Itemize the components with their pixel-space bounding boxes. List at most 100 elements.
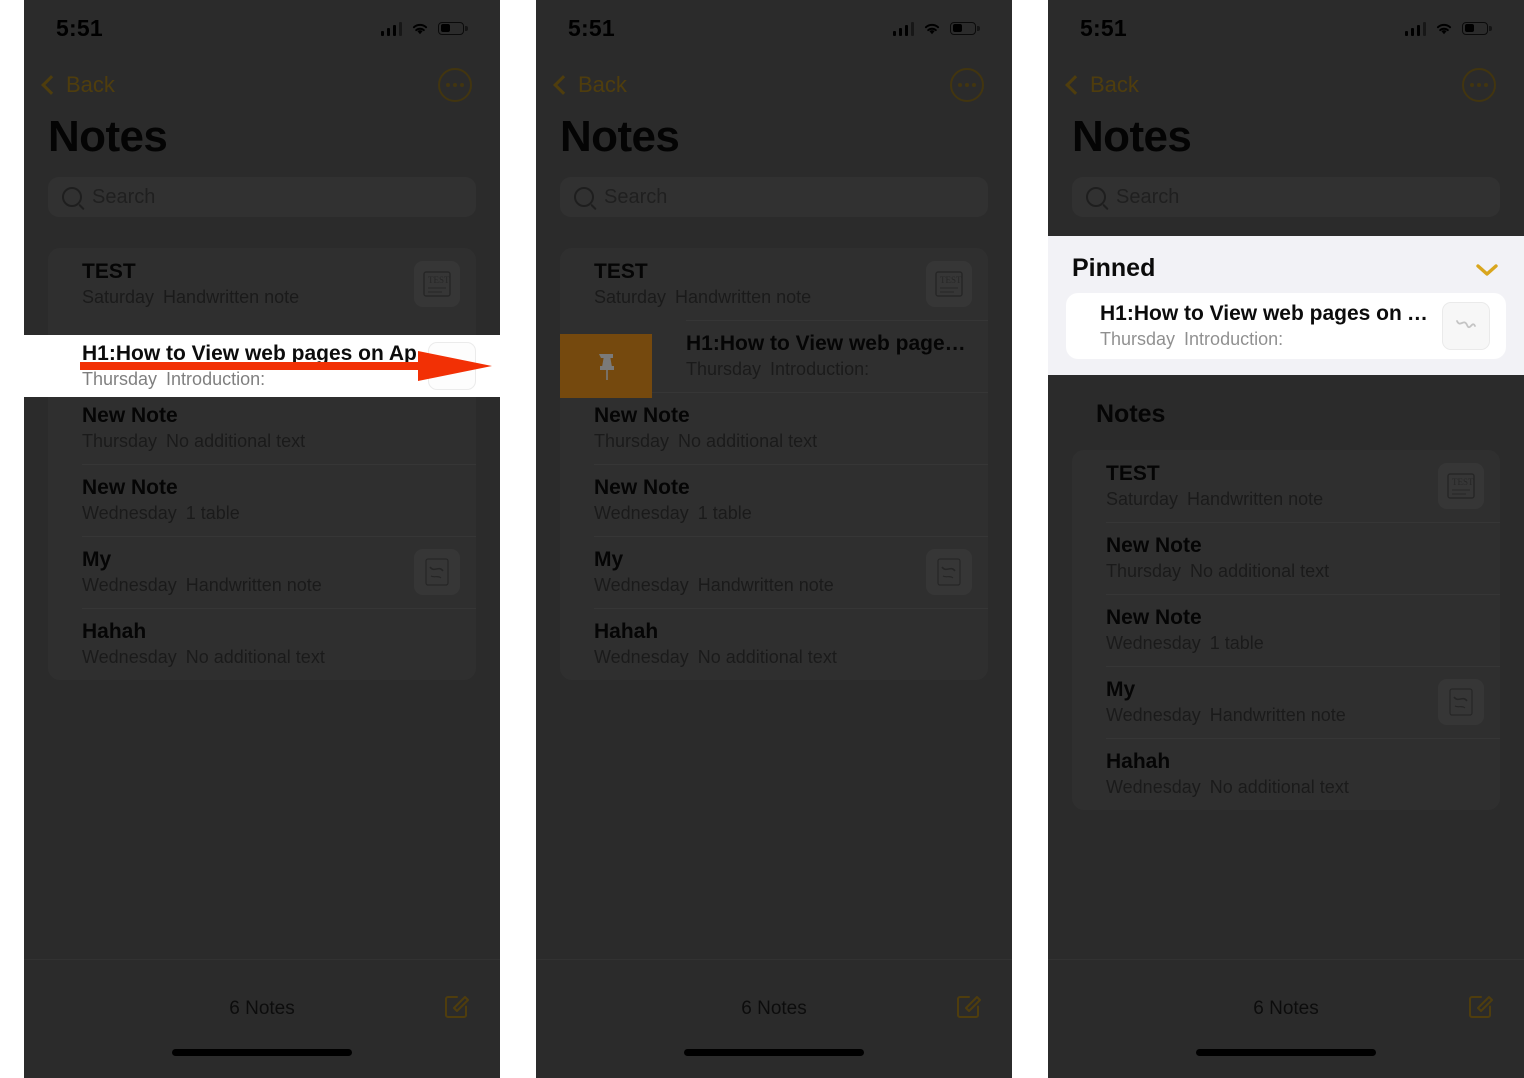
- note-preview: Introduction:: [166, 369, 266, 390]
- bottom-toolbar: 6 Notes: [1048, 959, 1524, 1078]
- note-subtitle: Thursday No additional text: [594, 431, 916, 452]
- note-title: My: [1106, 677, 1136, 701]
- pinned-section-label: Pinned: [1072, 254, 1156, 282]
- note-preview: Handwritten note: [163, 287, 300, 308]
- compose-icon[interactable]: [954, 990, 984, 1020]
- list-item[interactable]: TEST Saturday Handwritten note TEST: [560, 248, 988, 320]
- handwriting-thumbnail: [414, 549, 460, 595]
- notes-list: TEST Saturday Handwritten note TEST H1:Ho…: [48, 248, 476, 680]
- status-bar: 5:51: [24, 0, 500, 56]
- chevron-down-icon[interactable]: [1476, 263, 1498, 276]
- search-placeholder: Search: [92, 185, 156, 208]
- note-preview: Introduction:: [770, 359, 870, 380]
- page-title: Notes: [1072, 112, 1192, 161]
- more-circle-icon[interactable]: [950, 68, 984, 102]
- page-title: Notes: [48, 112, 168, 161]
- screenshot-stage: 5:51 Back Notes Search TEST Saturday Han…: [0, 0, 1524, 1078]
- cellular-signal-icon: [892, 21, 914, 36]
- back-button-label: Back: [1090, 72, 1139, 97]
- thumbnail-placeholder: [1438, 535, 1484, 581]
- list-item[interactable]: New Note Wednesday 1 table: [1072, 594, 1500, 666]
- search-input[interactable]: Search: [560, 177, 988, 217]
- pinned-note-row[interactable]: H1:How to View web pages on Ap... Thursd…: [1066, 293, 1506, 359]
- cellular-signal-icon: [380, 21, 402, 36]
- note-preview: Introduction:: [1184, 329, 1284, 350]
- note-subtitle: Wednesday Handwritten note: [594, 575, 916, 596]
- back-button-label: Back: [66, 72, 115, 97]
- svg-text:TEST: TEST: [428, 275, 450, 285]
- highlighted-note-row[interactable]: H1:How to View web pages on Ap Thursday I…: [24, 335, 500, 397]
- phone-screen-panel-3: 5:51 Back Notes Search Notes TEST Saturd…: [1048, 0, 1524, 1078]
- note-subtitle: Wednesday Handwritten note: [1106, 705, 1428, 726]
- notes-list: TEST Saturday Handwritten note TEST New N…: [1072, 450, 1500, 810]
- list-item[interactable]: TEST Saturday Handwritten note TEST: [48, 248, 476, 320]
- home-indicator: [1196, 1049, 1376, 1056]
- note-day: Wednesday: [82, 647, 177, 668]
- note-preview: No additional text: [678, 431, 818, 452]
- search-icon: [574, 187, 594, 207]
- compose-icon[interactable]: [442, 990, 472, 1020]
- note-day: Wednesday: [1106, 633, 1201, 654]
- search-input[interactable]: Search: [48, 177, 476, 217]
- thumbnail-placeholder: [1438, 607, 1484, 653]
- status-bar: 5:51: [1048, 0, 1524, 56]
- notes-count-label: 6 Notes: [1253, 998, 1319, 1019]
- handwriting-thumbnail: TEST: [926, 261, 972, 307]
- search-placeholder: Search: [604, 185, 668, 208]
- handwriting-thumbnail: [1442, 302, 1490, 350]
- nav-bar: Back: [24, 56, 500, 114]
- thumbnail-placeholder: [1438, 751, 1484, 797]
- note-preview: No additional text: [1209, 777, 1349, 798]
- note-subtitle: Thursday Introduction:: [1100, 329, 1432, 350]
- note-preview: Handwritten note: [1209, 705, 1346, 726]
- handwriting-thumbnail: [926, 549, 972, 595]
- status-bar-icons: [892, 21, 980, 36]
- note-title: TEST: [594, 259, 648, 283]
- list-item[interactable]: New Note Thursday No additional text: [1072, 522, 1500, 594]
- list-item[interactable]: Hahah Wednesday No additional text: [560, 608, 988, 680]
- note-subtitle: Thursday No additional text: [82, 431, 404, 452]
- list-item[interactable]: My Wednesday Handwritten note: [1072, 666, 1500, 738]
- note-preview: No additional text: [1190, 561, 1330, 582]
- list-item[interactable]: New Note Wednesday 1 table: [560, 464, 988, 536]
- note-preview: 1 table: [185, 503, 240, 524]
- thumbnail-placeholder: [926, 621, 972, 667]
- more-circle-icon[interactable]: [1462, 68, 1496, 102]
- list-item[interactable]: TEST Saturday Handwritten note TEST: [1072, 450, 1500, 522]
- note-title: TEST: [82, 259, 136, 283]
- note-title: H1:How to View web pages on Ap...: [1100, 301, 1432, 325]
- list-item[interactable]: My Wednesday Handwritten note: [48, 536, 476, 608]
- note-title: Hahah: [594, 619, 659, 643]
- note-subtitle: Thursday No additional text: [1106, 561, 1428, 582]
- compose-icon[interactable]: [1466, 990, 1496, 1020]
- note-day: Thursday: [686, 359, 762, 380]
- search-placeholder: Search: [1116, 185, 1180, 208]
- note-subtitle: Thursday Introduction:: [82, 369, 418, 390]
- list-item[interactable]: My Wednesday Handwritten note: [560, 536, 988, 608]
- note-day: Wednesday: [1106, 777, 1201, 798]
- note-title: New Note: [1106, 533, 1202, 557]
- phone-screen-panel-1: 5:51 Back Notes Search TEST Saturday Han…: [24, 0, 500, 1078]
- svg-text:TEST: TEST: [940, 275, 962, 285]
- list-item[interactable]: New Note Thursday No additional text: [48, 392, 476, 464]
- battery-icon: [950, 21, 980, 35]
- list-item[interactable]: Hahah Wednesday No additional text: [48, 608, 476, 680]
- wifi-icon: [1434, 21, 1454, 36]
- more-circle-icon[interactable]: [438, 68, 472, 102]
- note-title: New Note: [594, 475, 690, 499]
- search-input[interactable]: Search: [1072, 177, 1500, 217]
- note-day: Thursday: [1106, 561, 1182, 582]
- notes-section-label: Notes: [1096, 400, 1166, 428]
- note-day: Wednesday: [594, 647, 689, 668]
- thumbnail-placeholder: [926, 405, 972, 451]
- back-button[interactable]: Back: [38, 72, 115, 98]
- pin-icon: [599, 354, 614, 380]
- pin-swipe-action-button[interactable]: [560, 334, 652, 398]
- note-title: New Note: [82, 475, 178, 499]
- back-button[interactable]: Back: [550, 72, 627, 98]
- back-button[interactable]: Back: [1062, 72, 1139, 98]
- list-item[interactable]: New Note Thursday No additional text: [560, 392, 988, 464]
- list-item[interactable]: New Note Wednesday 1 table: [48, 464, 476, 536]
- list-item[interactable]: Hahah Wednesday No additional text: [1072, 738, 1500, 810]
- bottom-toolbar: 6 Notes: [536, 959, 1012, 1078]
